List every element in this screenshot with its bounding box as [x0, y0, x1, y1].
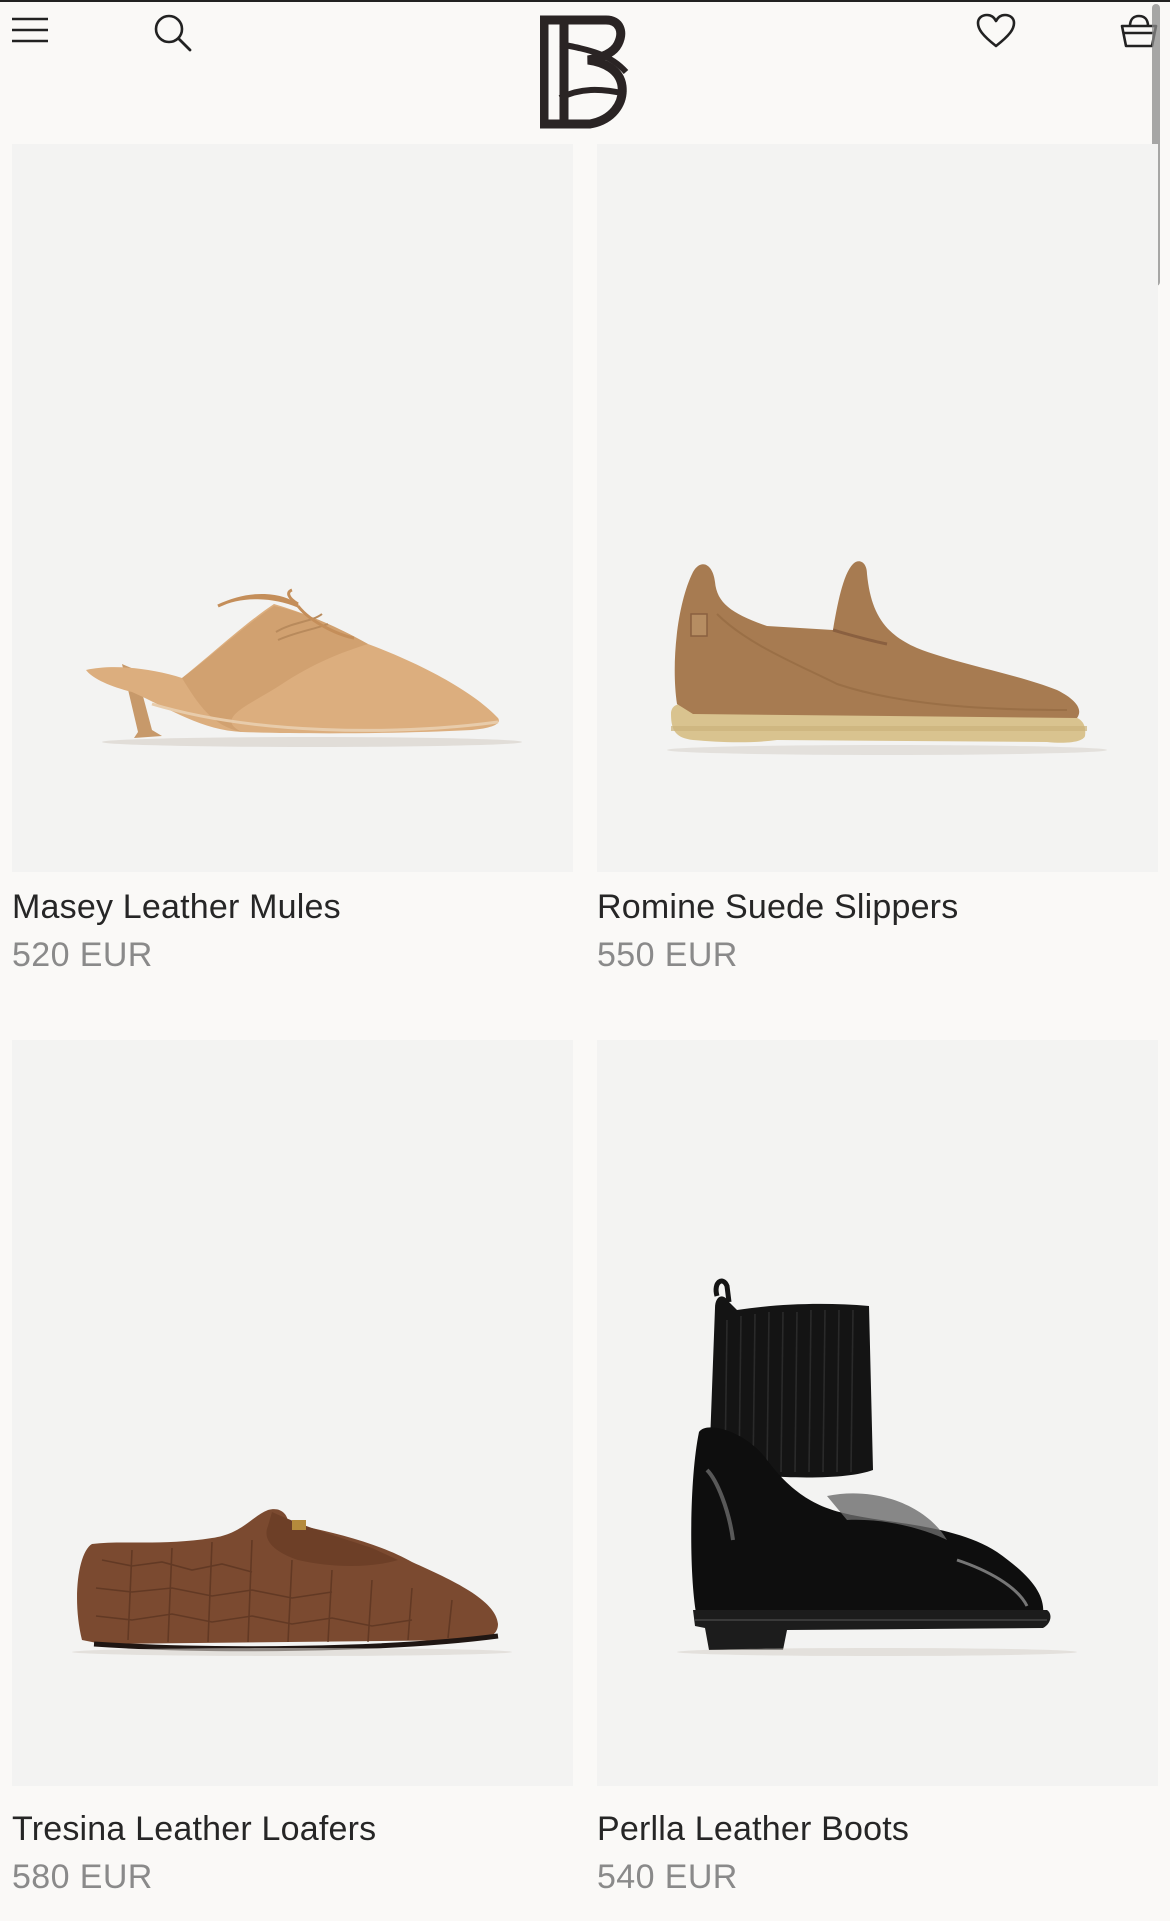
- product-card[interactable]: Tresina Leather Loafers 580 EUR: [12, 1040, 573, 1920]
- black-patent-sock-boot: [677, 1278, 1077, 1656]
- hamburger-menu-icon: [12, 17, 48, 43]
- product-name[interactable]: Romine Suede Slippers: [597, 888, 958, 927]
- brand-logo[interactable]: [539, 14, 630, 132]
- search-icon: [154, 14, 192, 52]
- product-card[interactable]: Masey Leather Mules 520 EUR: [12, 144, 573, 994]
- brand-monogram-logo: [539, 15, 629, 129]
- product-price: 520 EUR: [12, 936, 153, 974]
- brown-suede-slipper-crepe-sole: [667, 561, 1107, 755]
- tan-leather-kitten-heel-mule: [86, 588, 522, 747]
- product-price: 580 EUR: [12, 1858, 153, 1896]
- product-card[interactable]: Romine Suede Slippers 550 EUR: [597, 144, 1158, 994]
- product-name[interactable]: Masey Leather Mules: [12, 888, 341, 927]
- product-image[interactable]: [597, 1040, 1158, 1786]
- product-image[interactable]: [597, 144, 1158, 872]
- wishlist-button[interactable]: [972, 8, 1020, 54]
- site-header: [0, 2, 1170, 142]
- product-image[interactable]: [12, 1040, 573, 1786]
- search-button[interactable]: [150, 10, 196, 56]
- menu-button[interactable]: [8, 10, 52, 50]
- brown-croc-embossed-loafer: [72, 1509, 512, 1656]
- product-image[interactable]: [12, 144, 573, 872]
- product-name[interactable]: Perlla Leather Boots: [597, 1810, 909, 1849]
- product-card[interactable]: Perlla Leather Boots 540 EUR: [597, 1040, 1158, 1920]
- product-price: 550 EUR: [597, 936, 738, 974]
- product-name[interactable]: Tresina Leather Loafers: [12, 1810, 376, 1849]
- product-price: 540 EUR: [597, 1858, 738, 1896]
- heart-icon: [976, 13, 1016, 48]
